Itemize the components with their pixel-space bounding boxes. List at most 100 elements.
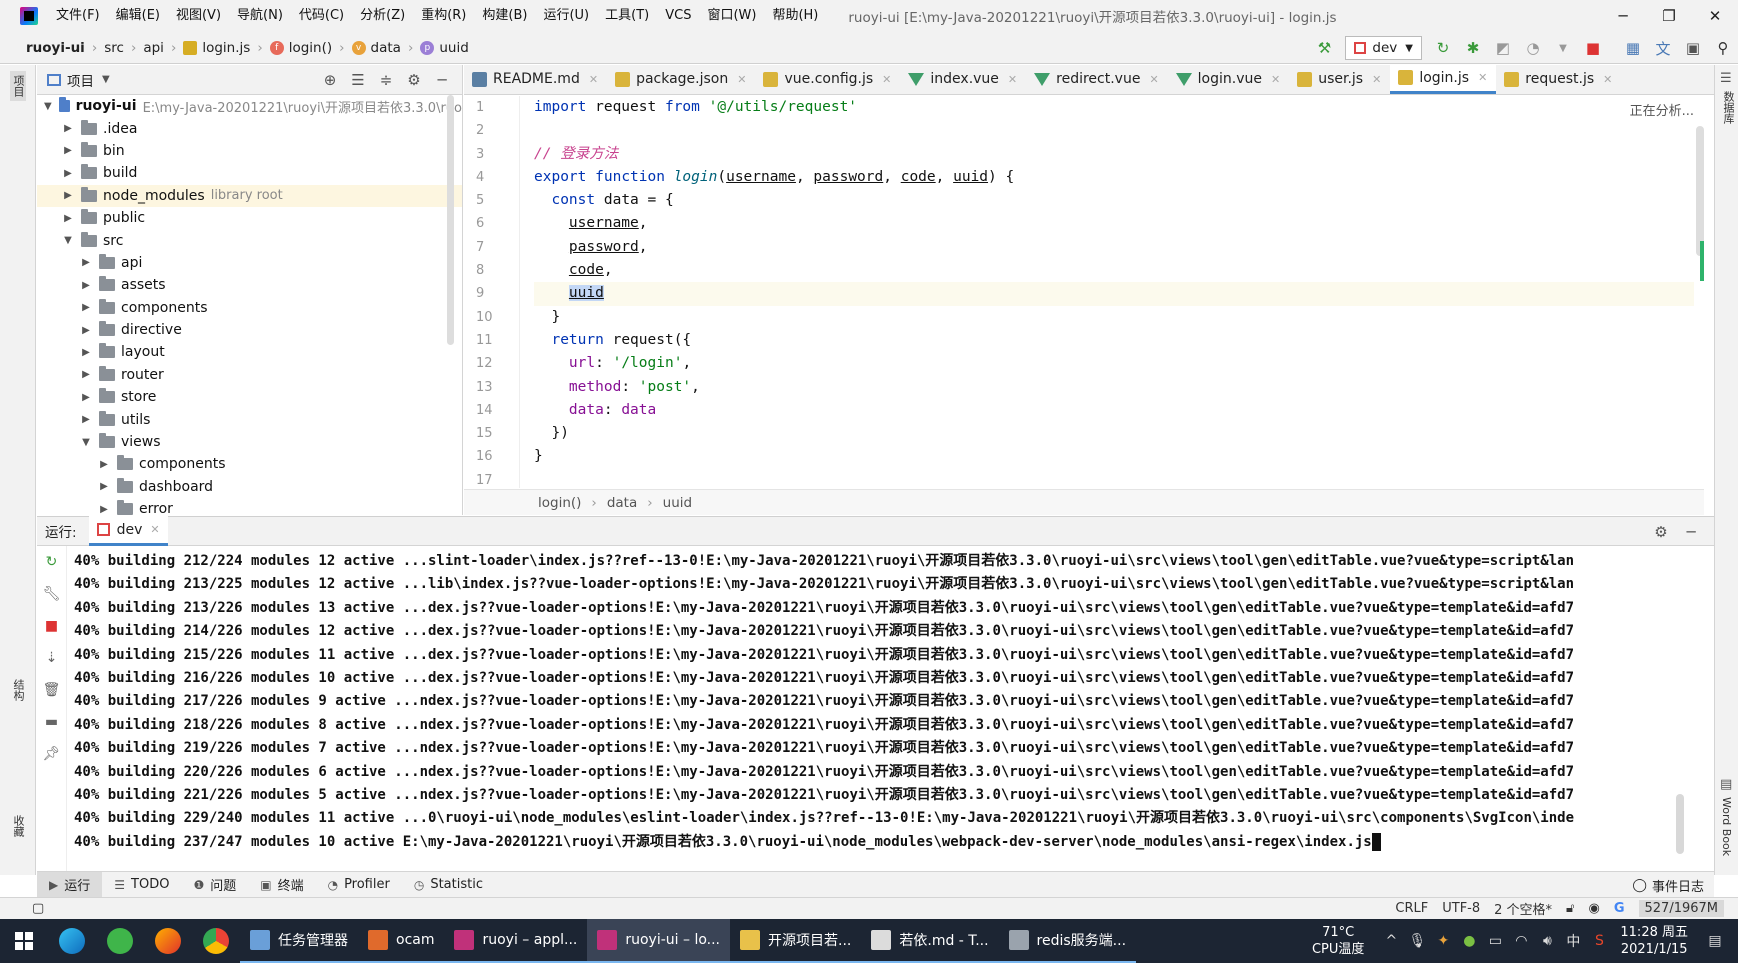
event-log-button[interactable]: ◯ 事件日志	[1632, 872, 1704, 898]
minimize-button[interactable]: ─	[1600, 0, 1646, 32]
close-icon[interactable]: ✕	[150, 523, 159, 536]
rerun-icon[interactable]: ↻	[37, 546, 66, 578]
editor-crumb-function[interactable]: login()	[538, 495, 581, 511]
chevron-right-icon[interactable]: ▶	[97, 504, 111, 515]
edge-browser-icon[interactable]	[48, 919, 96, 963]
close-icon[interactable]: ✕	[1008, 73, 1017, 86]
code-line[interactable]: data: data	[534, 399, 1694, 422]
close-icon[interactable]: ✕	[1149, 73, 1158, 86]
show-hidden-icons-icon[interactable]: ^	[1378, 933, 1404, 949]
editor-scrollbar[interactable]	[1696, 126, 1704, 346]
menu-item-5[interactable]: 分析(Z)	[352, 0, 413, 32]
code-line[interactable]: method: 'post',	[534, 376, 1694, 399]
tree-item-store[interactable]: ▶ store	[37, 386, 462, 408]
code-editor[interactable]: 1 2 3 4 5 6 7 8 9 10 11 12 13 14 15 16 17 import request…	[464, 96, 1704, 488]
close-icon[interactable]: ✕	[1372, 73, 1381, 86]
code-line[interactable]: url: '/login',	[534, 352, 1694, 375]
tray-app-icon[interactable]: ✦	[1430, 933, 1456, 949]
nav-crumb-api[interactable]: › api	[124, 40, 164, 56]
build-hammer-icon[interactable]: ⚒	[1311, 35, 1337, 61]
chevron-right-icon[interactable]: ▶	[79, 280, 93, 291]
tab-statistic[interactable]: ◷ Statistic	[402, 872, 495, 898]
volume-icon[interactable]: 🔊︎	[1534, 933, 1560, 949]
notification-center-icon[interactable]: ▤	[1702, 933, 1728, 949]
tray-app-icon-2[interactable]: ●	[1456, 933, 1482, 949]
close-icon[interactable]: ✕	[882, 73, 891, 86]
menu-item-2[interactable]: 视图(V)	[168, 0, 229, 32]
stop-icon[interactable]: ■	[37, 610, 66, 642]
editor-tab-vue.config.js[interactable]: vue.config.js ✕	[755, 65, 900, 94]
chrome-icon[interactable]	[192, 919, 240, 963]
tree-root[interactable]: ▼ ruoyi-ui E:\my-Java-20201221\ruoyi\开源项…	[37, 95, 462, 117]
chevron-down-icon[interactable]: ▼	[43, 101, 53, 112]
tree-item-views[interactable]: ▼ views	[37, 431, 462, 453]
tree-item-error[interactable]: ▶ error	[37, 498, 462, 515]
cpu-temperature[interactable]: 71°C CPU温度	[1312, 924, 1364, 958]
run-config-select[interactable]: dev ▼	[1345, 36, 1422, 60]
project-panel-title[interactable]: 项目	[67, 70, 94, 90]
menu-item-0[interactable]: 文件(F)	[48, 0, 108, 32]
menu-item-6[interactable]: 重构(R)	[413, 0, 474, 32]
taskbar-app-6[interactable]: redis服务端...	[998, 919, 1137, 963]
code-line[interactable]: export function login(username, password…	[534, 166, 1694, 189]
nav-crumb-property[interactable]: › p uuid	[401, 40, 469, 56]
lock-icon[interactable]: 🔓︎	[1566, 901, 1574, 916]
profile-icon[interactable]: ◔	[1520, 35, 1546, 61]
taskbar-app-3[interactable]: ruoyi-ui – lo...	[587, 919, 731, 963]
menu-item-11[interactable]: 窗口(W)	[699, 0, 764, 32]
chevron-right-icon[interactable]: ▶	[79, 392, 93, 403]
chevron-right-icon[interactable]: ▶	[61, 168, 75, 179]
tab-problems[interactable]: ❶ 问题	[181, 872, 248, 898]
system-clock[interactable]: 11:28 周五 2021/1/15	[1620, 924, 1688, 958]
project-structure-icon[interactable]: ▦	[1620, 35, 1646, 61]
locate-target-icon[interactable]: ⊕	[316, 71, 344, 89]
run-tab-dev[interactable]: dev ✕	[88, 516, 168, 546]
expand-all-icon[interactable]: ☰	[344, 71, 372, 89]
pin-icon[interactable]: 📌︎	[37, 738, 66, 770]
tab-terminal[interactable]: ▣ 终端	[248, 872, 315, 898]
tree-item-build[interactable]: ▶ build	[37, 162, 462, 184]
favorites-tool-tab[interactable]: 收藏	[10, 815, 26, 837]
editor-tab-request.js[interactable]: request.js ✕	[1496, 65, 1621, 94]
editor-tab-user.js[interactable]: user.js ✕	[1289, 65, 1390, 94]
tree-item-.idea[interactable]: ▶ .idea	[37, 117, 462, 139]
taskbar-app-1[interactable]: ocam	[358, 919, 445, 963]
tree-item-assets[interactable]: ▶ assets	[37, 274, 462, 296]
code-line[interactable]	[534, 469, 1694, 488]
code-line[interactable]: return request({	[534, 329, 1694, 352]
chevron-down-icon[interactable]: ▼	[61, 235, 75, 246]
memory-indicator[interactable]: 527/1967M	[1638, 900, 1724, 917]
hide-panel-icon[interactable]: ─	[1676, 523, 1706, 541]
wrench-icon[interactable]: 🔧︎	[37, 578, 66, 610]
menu-item-3[interactable]: 导航(N)	[229, 0, 291, 32]
taskbar-app-0[interactable]: 任务管理器	[240, 919, 358, 963]
close-icon[interactable]: ✕	[1271, 73, 1280, 86]
menu-item-8[interactable]: 运行(U)	[535, 0, 597, 32]
editor-crumb-property[interactable]: uuid	[663, 495, 692, 511]
menu-item-12[interactable]: 帮助(H)	[764, 0, 826, 32]
status-square-icon[interactable]: ▢	[32, 901, 44, 916]
tree-item-directive[interactable]: ▶ directive	[37, 319, 462, 341]
editor-tab-login.js[interactable]: login.js ✕	[1390, 65, 1497, 94]
chevron-right-icon[interactable]: ▶	[79, 369, 93, 380]
menu-item-1[interactable]: 编辑(E)	[108, 0, 168, 32]
settings-gear-icon[interactable]: ⚙	[400, 71, 428, 89]
tree-scrollbar[interactable]	[447, 95, 454, 345]
google-icon[interactable]: G	[1614, 901, 1625, 916]
console-scroll-thumb[interactable]	[1676, 794, 1684, 854]
chevron-down-icon[interactable]: ▼	[102, 74, 110, 85]
code-line[interactable]: })	[534, 422, 1694, 445]
360-browser-icon[interactable]	[96, 919, 144, 963]
editor-tab-index.vue[interactable]: index.vue ✕	[900, 65, 1026, 94]
code-line[interactable]: password,	[534, 236, 1694, 259]
structure-tool-tab[interactable]: 结构	[10, 679, 26, 701]
tree-item-src[interactable]: ▼ src	[37, 229, 462, 251]
chevron-right-icon[interactable]: ▶	[79, 302, 93, 313]
tab-profiler[interactable]: ◔ Profiler	[316, 872, 402, 898]
encoding-indicator[interactable]: UTF-8	[1442, 901, 1480, 916]
tree-item-router[interactable]: ▶ router	[37, 364, 462, 386]
line-separator-indicator[interactable]: CRLF	[1395, 901, 1428, 916]
tree-item-bin[interactable]: ▶ bin	[37, 140, 462, 162]
tree-item-dashboard[interactable]: ▶ dashboard	[37, 476, 462, 498]
nav-crumb-project[interactable]: ruoyi-ui	[26, 40, 85, 56]
